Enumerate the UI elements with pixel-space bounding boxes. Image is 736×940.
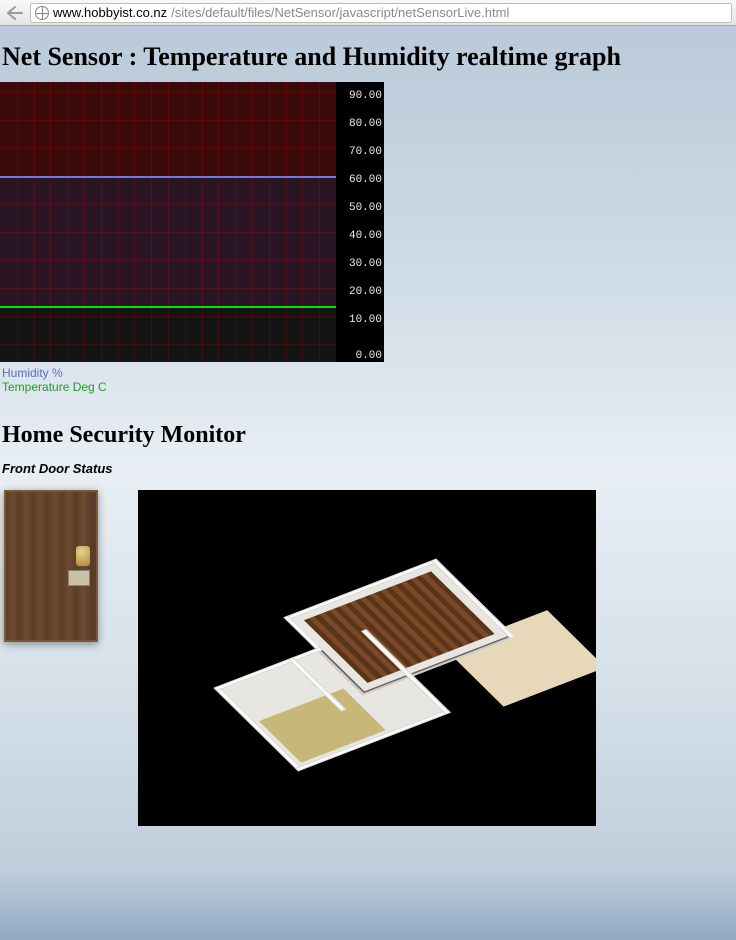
realtime-chart: 90.00 80.00 70.00 60.00 50.00 40.00 30.0… [0,82,384,362]
series-temperature [0,306,336,308]
chart-legend: Humidity % Temperature Deg C [0,366,736,394]
plot-area [0,82,336,362]
legend-temperature: Temperature Deg C [2,380,736,394]
back-button[interactable] [4,3,26,23]
series-humidity [0,176,336,178]
globe-icon [35,6,49,20]
page-content: Net Sensor : Temperature and Humidity re… [0,42,736,826]
house-floorplan [138,490,596,826]
door-knob-plate [68,570,90,586]
url-path: /sites/default/files/NetSensor/javascrip… [171,5,509,20]
legend-humidity: Humidity % [2,366,736,380]
front-door-status-label: Front Door Status [0,461,736,476]
security-title: Home Security Monitor [0,422,736,449]
browser-toolbar: www.hobbyist.co.nz/sites/default/files/N… [0,0,736,26]
y-axis-labels: 90.00 80.00 70.00 60.00 50.00 40.00 30.0… [336,82,384,362]
url-bar[interactable]: www.hobbyist.co.nz/sites/default/files/N… [30,3,732,23]
footer-gradient [0,870,736,940]
url-domain: www.hobbyist.co.nz [53,5,167,20]
door-lock-icon [76,546,90,566]
front-door-image [4,490,98,642]
page-title: Net Sensor : Temperature and Humidity re… [0,42,736,72]
